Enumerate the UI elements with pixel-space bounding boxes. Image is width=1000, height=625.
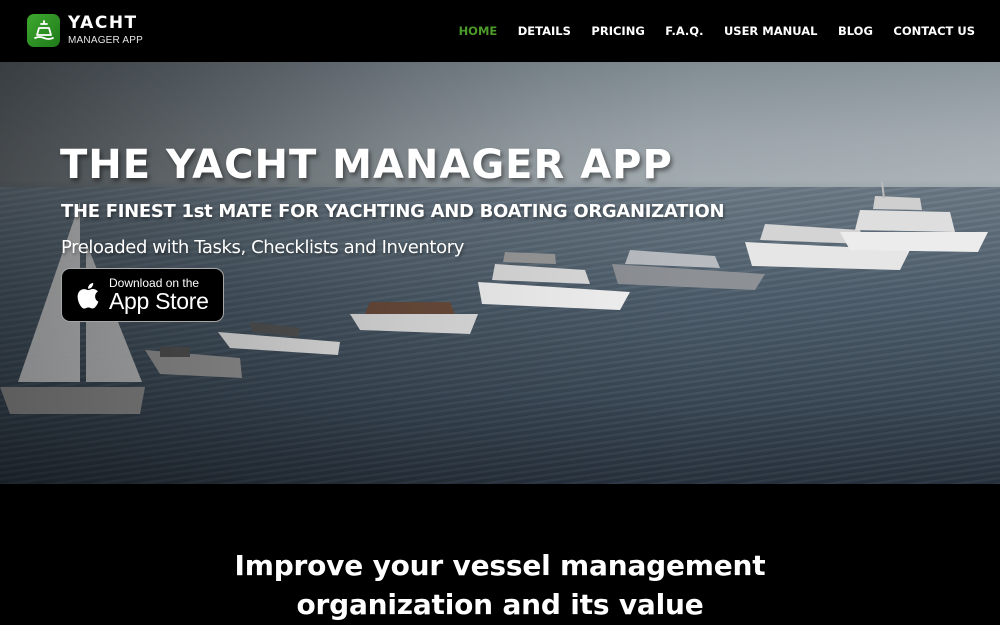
app-store-button[interactable]: Download on the App Store [61, 268, 224, 322]
hero-title: THE YACHT MANAGER APP [60, 142, 673, 188]
site-header: YACHT MANAGER APP HOME DETAILS PRICING F… [0, 0, 1000, 62]
nav-contact-us[interactable]: CONTACT US [893, 24, 975, 38]
hero-tagline: Preloaded with Tasks, Checklists and Inv… [61, 237, 464, 258]
app-store-big-text: App Store [109, 288, 209, 314]
apple-icon [73, 278, 101, 312]
app-store-text: Download on the App Store [109, 277, 209, 313]
logo-title: YACHT [68, 13, 138, 33]
logo[interactable]: YACHT MANAGER APP [27, 14, 143, 47]
section-heading: Improve your vessel management organizat… [0, 546, 1000, 624]
nav-details[interactable]: DETAILS [518, 24, 571, 38]
nav-faq[interactable]: F.A.Q. [665, 24, 703, 38]
hero-banner: THE YACHT MANAGER APP THE FINEST 1st MAT… [0, 62, 1000, 484]
section-heading-line1: Improve your vessel management [234, 549, 766, 582]
logo-subtitle: MANAGER APP [68, 35, 143, 46]
logo-text: YACHT MANAGER APP [68, 15, 143, 46]
intro-section: Improve your vessel management organizat… [0, 484, 1000, 625]
yacht-icon [27, 14, 60, 47]
hero-subtitle: THE FINEST 1st MATE FOR YACHTING AND BOA… [61, 201, 725, 222]
section-heading-line2: organization and its value [296, 588, 704, 621]
nav-user-manual[interactable]: USER MANUAL [724, 24, 818, 38]
nav-home[interactable]: HOME [459, 24, 498, 38]
nav-blog[interactable]: BLOG [838, 24, 873, 38]
main-nav: HOME DETAILS PRICING F.A.Q. USER MANUAL … [438, 24, 975, 38]
nav-pricing[interactable]: PRICING [591, 24, 644, 38]
